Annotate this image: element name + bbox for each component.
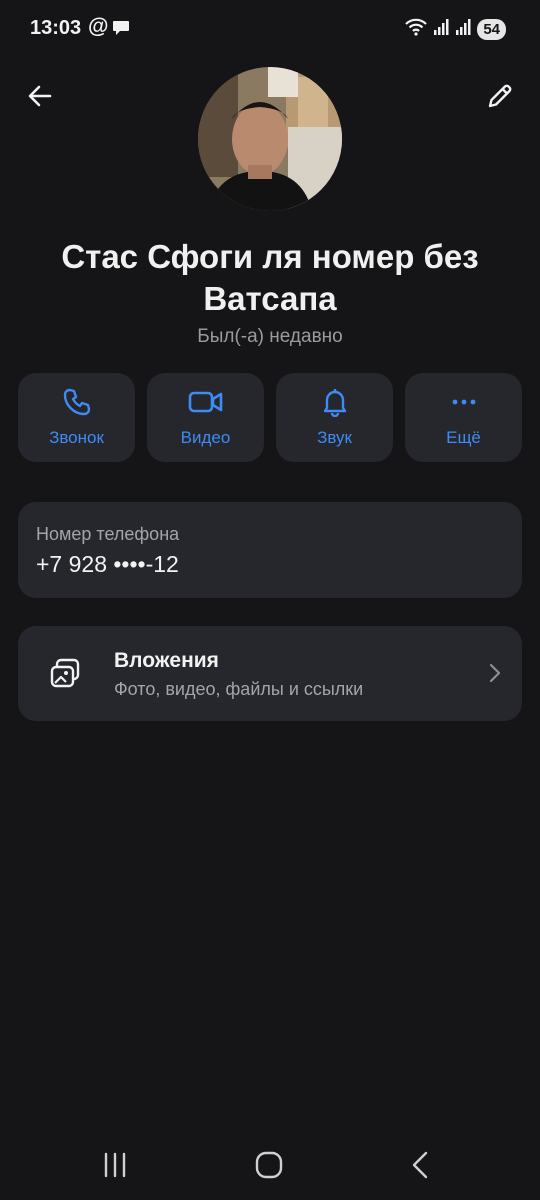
edit-button[interactable]: [480, 78, 520, 118]
contact-last-seen: Был(-а) недавно: [197, 326, 343, 347]
action-buttons: Звонок Видео Звук Ещё: [18, 373, 522, 462]
sound-label: Звук: [317, 428, 352, 447]
contact-name: Стас Сфоги ля номер без Ватсапа: [61, 238, 479, 317]
attachments-title: Вложения: [114, 649, 219, 672]
gallery-icon: [48, 656, 82, 695]
attachments-row[interactable]: Вложения Фото, видео, файлы и ссылки: [18, 626, 522, 721]
status-right-group: 54: [405, 18, 506, 41]
more-label: Ещё: [446, 428, 481, 447]
nav-back-icon[interactable]: [406, 1150, 436, 1185]
wifi-icon: [405, 18, 428, 41]
home-icon[interactable]: [254, 1150, 284, 1185]
phone-icon: [62, 387, 92, 422]
sound-button[interactable]: Звук: [276, 373, 393, 462]
call-button[interactable]: Звонок: [18, 373, 135, 462]
video-button[interactable]: Видео: [147, 373, 264, 462]
video-label: Видео: [180, 428, 231, 447]
chevron-right-icon: [488, 662, 502, 689]
system-navigation-bar: [0, 1130, 540, 1200]
status-time: 13:03: [30, 17, 82, 39]
video-icon: [188, 387, 224, 422]
arrow-left-icon: [26, 82, 54, 115]
bell-icon: [320, 387, 350, 422]
phone-number-value[interactable]: +7 928 ••••-12: [36, 551, 504, 578]
back-button[interactable]: [20, 78, 60, 118]
signal-icon: [433, 19, 449, 40]
battery-indicator: 54: [477, 19, 506, 40]
phone-number-label: Номер телефона: [36, 524, 180, 544]
signal-icon: [455, 19, 471, 40]
recents-icon[interactable]: [100, 1150, 130, 1185]
call-label: Звонок: [49, 428, 104, 447]
phone-number-card[interactable]: Номер телефона +7 928 ••••-12: [18, 502, 522, 598]
more-icon: [449, 387, 479, 422]
more-button[interactable]: Ещё: [405, 373, 522, 462]
at-notification-icon: @: [88, 15, 109, 38]
status-bar: 13:03 @ 54: [0, 0, 540, 60]
contact-info-screen: 13:03 @ 54 Стас Сфоги ля номер без Ватса…: [0, 0, 540, 1200]
chat-bubble-icon: [112, 20, 130, 41]
pencil-icon: [486, 82, 514, 115]
avatar[interactable]: [198, 67, 342, 211]
attachments-subtitle: Фото, видео, файлы и ссылки: [114, 679, 364, 699]
